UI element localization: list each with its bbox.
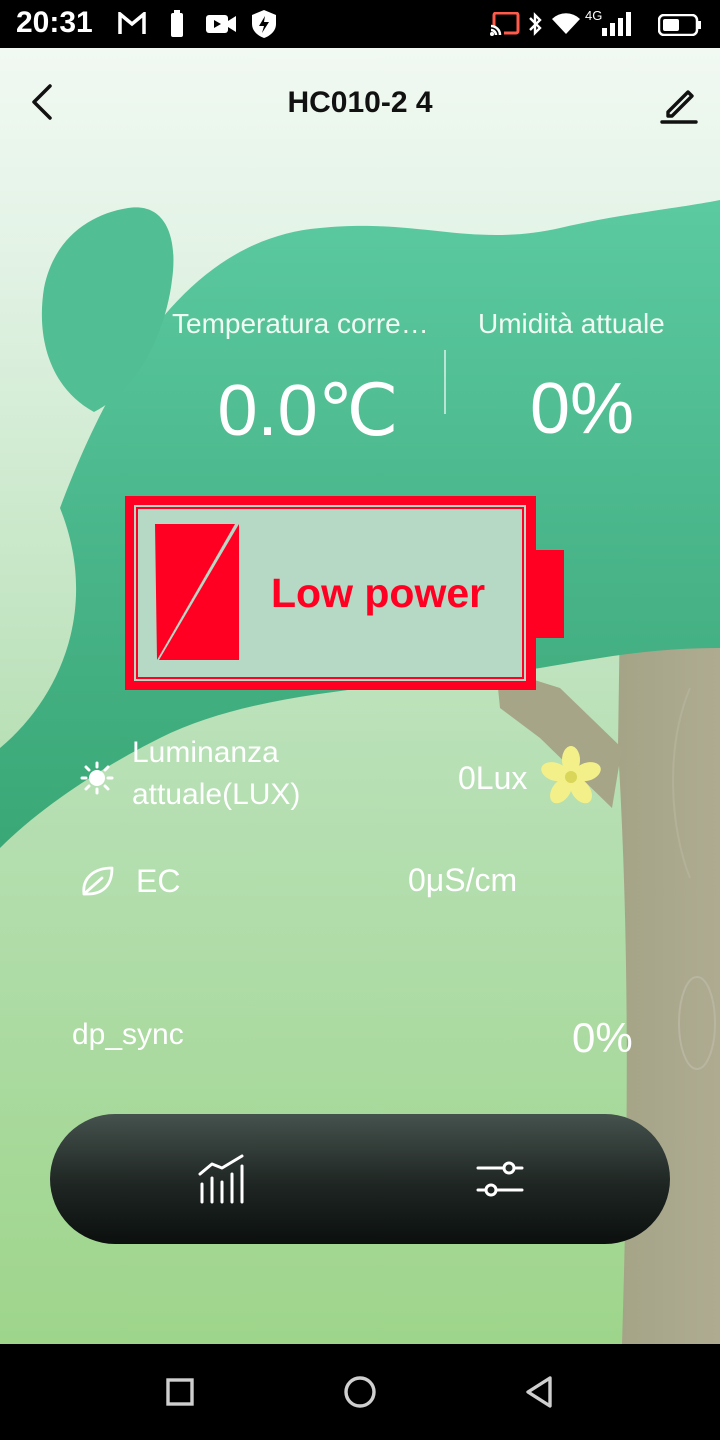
humidity-value: 0% <box>529 369 635 449</box>
status-time: 20:31 <box>16 6 93 39</box>
app-screen: HC010-2 4 Temperatura corre… 0.0℃ Umidit… <box>0 48 720 1344</box>
dp-sync-value: 0% <box>572 1014 633 1061</box>
wifi-icon <box>552 13 580 34</box>
app-header: HC010-2 4 <box>0 48 720 160</box>
dp-sync-label: dp_sync <box>72 1018 184 1051</box>
lux-label-line1: Luminanza <box>132 736 279 769</box>
flower-icon <box>541 746 601 804</box>
network-type: 4G <box>585 8 603 23</box>
low-power-text: Low power <box>271 570 486 616</box>
home-circle-icon[interactable] <box>340 1372 380 1412</box>
temperature-value: 0.0℃ <box>217 371 399 451</box>
low-power-battery: Low power <box>125 496 565 690</box>
page-title: HC010-2 4 <box>287 86 433 119</box>
battery-icon <box>658 14 701 36</box>
bluetooth-icon <box>529 12 542 36</box>
battery-saver-icon <box>171 10 183 37</box>
metrics-divider <box>444 350 446 414</box>
chevron-left-icon[interactable] <box>22 82 62 122</box>
ec-label: EC <box>136 863 181 899</box>
sun-icon <box>80 761 114 795</box>
lux-label-line2: attuale(LUX) <box>132 778 301 811</box>
video-icon <box>206 15 236 33</box>
status-bar: 20:31 4G <box>0 0 720 48</box>
temperature-label: Temperatura corre… <box>172 308 429 339</box>
chart-icon[interactable] <box>196 1154 248 1204</box>
signal-icon <box>602 12 631 36</box>
shield-icon <box>252 10 276 38</box>
lux-value: 0Lux <box>458 760 528 796</box>
system-nav-bar <box>0 1344 720 1440</box>
recents-square-icon[interactable] <box>160 1372 200 1412</box>
sliders-icon[interactable] <box>474 1154 526 1204</box>
humidity-label: Umidità attuale <box>478 308 665 339</box>
ec-value: 0μS/cm <box>408 862 518 898</box>
leaf-icon <box>82 866 114 896</box>
gmail-icon <box>118 12 146 34</box>
bottom-action-bar <box>50 1114 670 1244</box>
cast-icon <box>490 12 520 36</box>
pencil-icon[interactable] <box>658 82 700 124</box>
back-triangle-icon[interactable] <box>520 1372 560 1412</box>
